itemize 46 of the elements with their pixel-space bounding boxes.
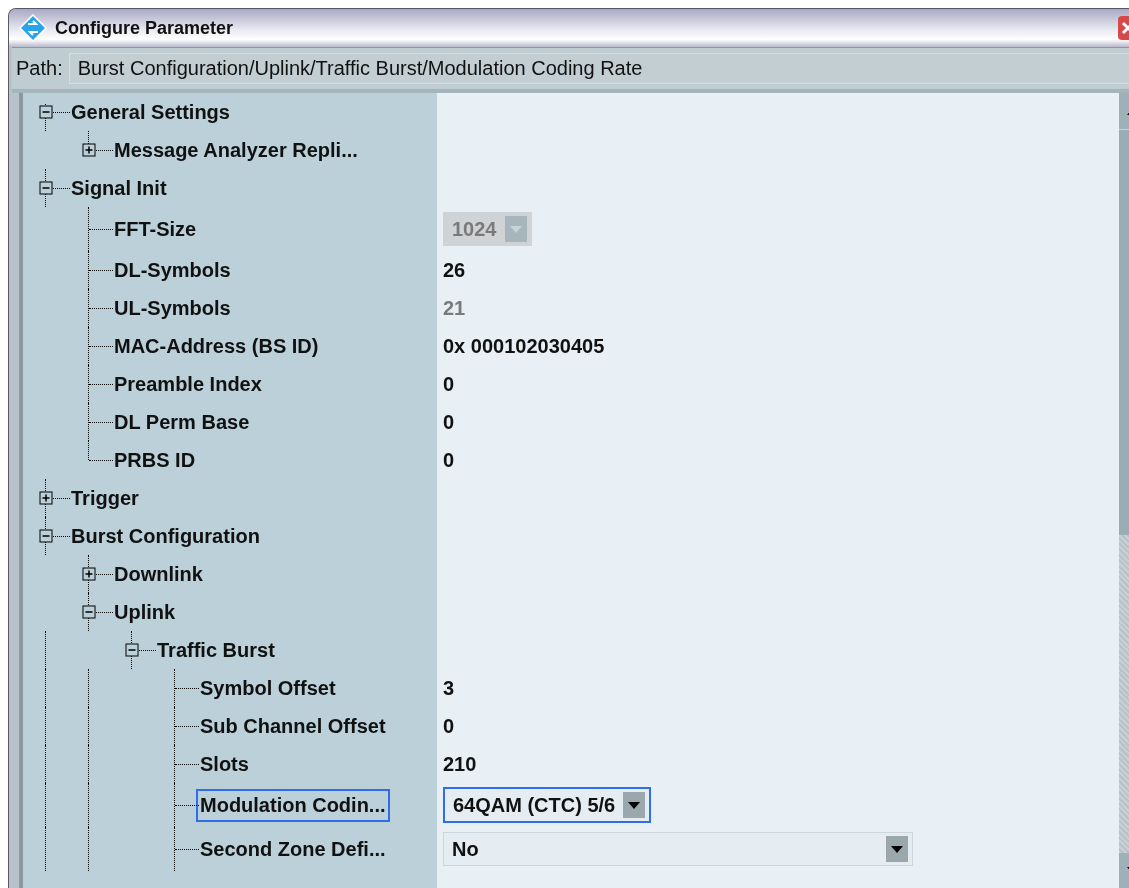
parameter-name[interactable]: Modulation Codin... [196,788,390,822]
collapse-icon[interactable] [82,605,96,619]
parameter-value: 0 [443,714,455,738]
tree-node[interactable]: General Settings [67,95,234,129]
parameter-name[interactable]: MAC-Address (BS ID) [110,329,323,363]
parameter-value: 0 [443,410,455,434]
parameter-name[interactable]: UL-Symbols [110,291,235,325]
tree-node[interactable]: Uplink [110,595,180,629]
parameter-value: 0x 000102030405 [443,334,605,358]
collapse-icon[interactable] [39,181,53,195]
parameter-value: 0 [443,448,455,472]
path-field: Burst Configuration/Uplink/Traffic Burst/Modulation Coding Rate [68,53,1129,84]
expand-icon[interactable] [82,567,96,581]
value-dropdown[interactable]: 64QAM (CTC) 5/6 [443,787,652,823]
diamond-logo-icon [19,14,47,42]
window-title: Configure Parameter [55,17,235,39]
parameter-value: 3 [443,676,455,700]
tree-node[interactable]: Burst Configuration [67,519,264,553]
parameter-name[interactable]: DL Perm Base [110,405,254,439]
expand-icon[interactable] [82,143,96,157]
path-label: Path: [16,57,63,80]
collapse-icon[interactable] [39,105,53,119]
parameter-name[interactable]: Second Zone Defi... [196,832,390,866]
parameter-name[interactable]: PRBS ID [110,443,200,477]
expand-icon[interactable] [39,491,53,505]
parameter-name[interactable]: FFT-Size [110,212,201,246]
parameter-value: 26 [443,258,466,282]
tree-node[interactable]: Signal Init [67,171,171,205]
tree-node[interactable]: Trigger [67,481,143,515]
dropdown-arrow-icon [891,845,903,853]
parameter-value: 210 [443,752,477,776]
tree-node[interactable]: Downlink [110,557,207,591]
parameter-value: 21 [443,296,466,320]
collapse-icon[interactable] [125,643,139,657]
parameter-name[interactable]: Sub Channel Offset [196,709,390,743]
parameter-name[interactable]: DL-Symbols [110,253,235,287]
dropdown-arrow-icon [628,801,641,809]
parameter-name[interactable]: Preamble Index [110,367,266,401]
collapse-icon[interactable] [39,529,53,543]
parameter-name[interactable]: Symbol Offset [196,671,340,705]
tree-node[interactable]: Traffic Burst [153,633,279,667]
parameter-value: 0 [443,372,455,396]
dropdown-arrow-icon [509,225,522,233]
parameter-name[interactable]: Slots [196,747,253,781]
tree-node[interactable]: Message Analyzer Repli... [110,133,362,167]
value-dropdown[interactable]: No [443,832,913,866]
